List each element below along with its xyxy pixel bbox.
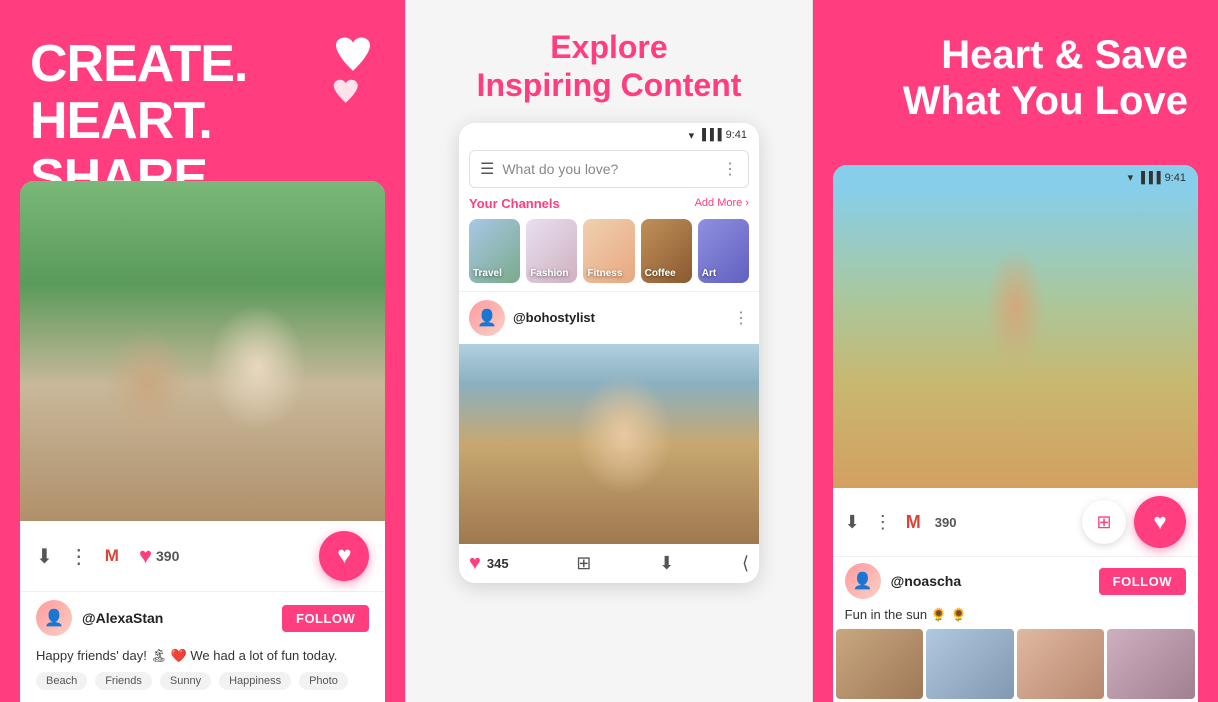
channel-fashion[interactable]: Fashion [526,219,577,283]
right-follow-button[interactable]: FOLLOW [1099,568,1186,595]
mid-post-actions: ♥ 345 ⊞ ⬇ ⟨ [459,544,759,583]
search-menu-icon: ⋮ [722,159,738,179]
signal-icon: ▐▐▐ [698,129,721,141]
mid-headline-line2: Inspiring Content [426,66,791,104]
right-wifi-icon: ▾ [1128,171,1134,184]
download-icon[interactable]: ⬇ [36,544,53,569]
share-icon[interactable]: ⋮ [69,544,89,569]
right-signal-icon: ▐▐▐ [1137,172,1160,184]
right-share-icon[interactable]: ⋮ [874,512,892,533]
right-headline-line1: Heart & Save [843,32,1188,78]
channel-fitness-label: Fitness [587,268,622,279]
channel-coffee[interactable]: Coffee [641,219,692,283]
mid-phone-frame: ▾ ▐▐▐ 9:41 ☰ What do you love? ⋮ Your Ch… [459,123,759,583]
right-download-icon[interactable]: ⬇ [845,512,860,533]
add-more-link[interactable]: Add More › [695,197,749,209]
channel-travel[interactable]: Travel [469,219,520,283]
heart-float-button[interactable]: ♥ [319,531,369,581]
channel-art[interactable]: Art [698,219,749,283]
heart-float-icon: ♥ [337,542,351,570]
right-collage-button[interactable]: ⊞ [1082,500,1126,544]
right-headline: Heart & Save What You Love [813,0,1218,124]
left-phone-card: ⬇ ⋮ M ♥ 390 ♥ 👤 @AlexaStan FOLLOW Happy … [20,181,385,702]
mid-like-count: 345 [487,556,509,571]
left-caption: Happy friends' day! 🏝 ❤️ We had a lot of… [20,644,385,672]
left-post-photo [20,181,385,521]
mid-like-btn[interactable]: ♥ 345 [469,552,509,575]
mid-post-header: 👤 @bohostylist ⋮ [459,291,759,344]
tag-photo[interactable]: Photo [299,672,348,690]
mid-post-menu-icon[interactable]: ⋮ [733,308,749,328]
right-status-bar: ▾ ▐▐▐ 9:41 [833,165,1198,188]
left-tags: Beach Friends Sunny Happiness Photo [20,672,385,702]
mid-panel: Explore Inspiring Content ▾ ▐▐▐ 9:41 ☰ W… [405,0,812,702]
mid-post-username: @bohostylist [513,310,725,325]
grid-thumb-1[interactable] [836,629,924,699]
channel-travel-label: Travel [473,268,502,279]
channel-fashion-label: Fashion [530,268,568,279]
right-mail-icon[interactable]: M [906,512,921,533]
right-headline-line2: What You Love [843,78,1188,124]
right-collage-icon: ⊞ [1096,512,1111,533]
status-time: 9:41 [726,129,747,141]
right-post-photo [833,188,1198,488]
search-placeholder[interactable]: What do you love? [502,161,714,177]
channels-title: Your Channels [469,196,560,211]
right-fab-area: ⊞ ♥ [1082,496,1186,548]
mid-heart-icon: ♥ [469,552,481,575]
right-grid-thumbs [833,629,1198,702]
wifi-icon: ▾ [689,129,695,142]
left-action-bar: ⬇ ⋮ M ♥ 390 ♥ [20,521,385,592]
grid-thumb-4[interactable] [1107,629,1195,699]
left-username: @AlexaStan [82,610,272,626]
right-user-row: 👤 @noascha FOLLOW [833,556,1198,605]
right-heart-count: 390 [935,515,957,530]
channels-row: Travel Fashion Fitness Coffee Art [469,219,749,283]
heart-decoration [295,20,385,125]
mid-search-bar[interactable]: ☰ What do you love? ⋮ [469,150,749,188]
mid-status-bar: ▾ ▐▐▐ 9:41 [459,123,759,146]
channel-fitness[interactable]: Fitness [583,219,634,283]
right-heart-float-button[interactable]: ♥ [1134,496,1186,548]
right-action-bar: ⬇ ⋮ M 390 ⊞ ♥ [833,488,1198,556]
channel-art-label: Art [702,268,716,279]
right-phone-card: ▾ ▐▐▐ 9:41 ⬇ ⋮ M 390 ⊞ ♥ [833,165,1198,702]
mid-download-icon[interactable]: ⬇ [659,553,674,574]
mid-post-avatar: 👤 [469,300,505,336]
tag-beach[interactable]: Beach [36,672,87,690]
mid-headline: Explore Inspiring Content [406,0,811,123]
right-panel: Heart & Save What You Love ▾ ▐▐▐ 9:41 ⬇ … [813,0,1218,702]
heart-icon: ♥ [139,543,152,569]
right-heart-float-icon: ♥ [1153,509,1166,535]
right-username: @noascha [891,573,1089,589]
grid-thumb-3[interactable] [1017,629,1105,699]
left-panel: CREATE. HEART. SHARE. ⬇ ⋮ M ♥ 390 ♥ 👤 [0,0,405,702]
right-caption: Fun in the sun 🌻 🌻 [833,605,1198,629]
mid-share-icon[interactable]: ⟨ [742,553,749,574]
channel-coffee-label: Coffee [645,268,676,279]
left-avatar: 👤 [36,600,72,636]
right-status-time: 9:41 [1165,172,1186,184]
left-user-row: 👤 @AlexaStan FOLLOW [20,592,385,644]
channels-header: Your Channels Add More › [469,196,749,211]
right-avatar: 👤 [845,563,881,599]
tag-friends[interactable]: Friends [95,672,152,690]
hamburger-icon: ☰ [480,159,494,179]
mail-icon[interactable]: M [105,546,119,566]
grid-thumb-2[interactable] [926,629,1014,699]
channels-section: Your Channels Add More › Travel Fashion … [459,196,759,291]
heart-count: ♥ 390 [139,543,179,569]
mid-headline-line1: Explore [426,28,791,66]
tag-sunny[interactable]: Sunny [160,672,211,690]
tag-happiness[interactable]: Happiness [219,672,291,690]
mid-grid-icon[interactable]: ⊞ [576,553,591,574]
left-follow-button[interactable]: FOLLOW [282,605,369,632]
mid-post-photo [459,344,759,544]
